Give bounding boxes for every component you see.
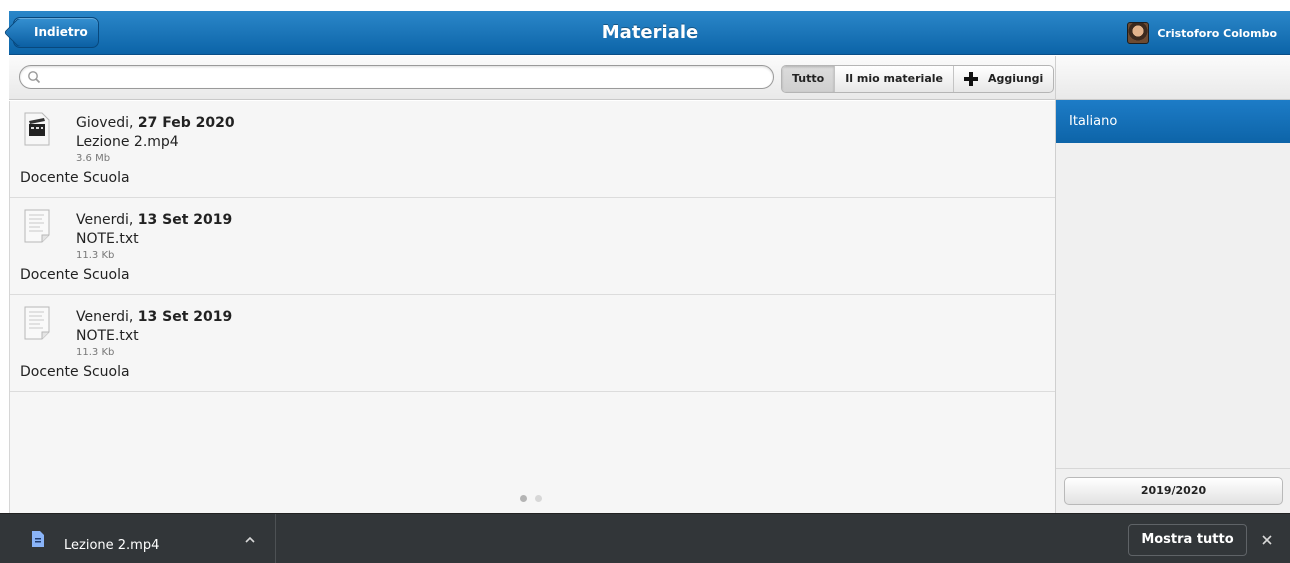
download-file-name: Lezione 2.mp4: [64, 538, 160, 553]
subject-sidebar: Italiano 2019/2020: [1055, 56, 1290, 513]
material-toolbar: Tutto Il mio materiale Aggiungi: [9, 56, 1055, 100]
page-dot[interactable]: [520, 495, 527, 502]
file-size: 11.3 Kb: [76, 347, 115, 358]
material-list: Giovedi, 27 Feb 2020 Lezione 2.mp4 3.6 M…: [9, 101, 1055, 513]
download-bar: Lezione 2.mp4 Mostra tutto: [0, 513, 1290, 563]
download-item[interactable]: Lezione 2.mp4: [0, 514, 276, 563]
add-button[interactable]: Aggiungi: [954, 66, 1053, 92]
list-item[interactable]: Venerdi, 13 Set 2019 NOTE.txt 11.3 Kb Do…: [10, 295, 1055, 392]
plus-icon: [963, 72, 978, 86]
page-indicator: [520, 495, 550, 502]
text-file-icon: [24, 306, 50, 340]
chevron-up-icon[interactable]: [243, 533, 257, 547]
user-name: Cristoforo Colombo: [1157, 26, 1277, 40]
search-icon: [28, 71, 41, 84]
file-date: Venerdi, 13 Set 2019: [76, 212, 233, 228]
sidebar-item-subject[interactable]: Italiano: [1056, 100, 1290, 143]
file-size: 3.6 Mb: [76, 153, 111, 164]
file-owner: Docente Scuola: [20, 267, 130, 283]
page-dot[interactable]: [535, 495, 542, 502]
avatar: [1127, 22, 1150, 44]
document-icon: [32, 531, 44, 547]
back-button-label: Indietro: [34, 25, 88, 39]
file-name: NOTE.txt: [76, 328, 139, 344]
sidebar-divider: [1056, 468, 1290, 469]
file-name: NOTE.txt: [76, 231, 139, 247]
video-file-icon: [24, 112, 50, 146]
file-name: Lezione 2.mp4: [76, 134, 179, 150]
file-owner: Docente Scuola: [20, 170, 130, 186]
user-profile[interactable]: Cristoforo Colombo: [1127, 22, 1277, 44]
file-date: Giovedi, 27 Feb 2020: [76, 115, 235, 131]
segment-all[interactable]: Tutto: [782, 66, 836, 92]
add-button-label: Aggiungi: [987, 72, 1044, 85]
sidebar-header: [1056, 56, 1290, 100]
file-owner: Docente Scuola: [20, 364, 130, 380]
segment-my-material[interactable]: Il mio materiale: [835, 66, 954, 92]
school-year-button[interactable]: 2019/2020: [1064, 477, 1283, 505]
back-button[interactable]: Indietro: [13, 17, 99, 48]
text-file-icon: [24, 209, 50, 243]
file-date: Venerdi, 13 Set 2019: [76, 309, 233, 325]
list-item[interactable]: Giovedi, 27 Feb 2020 Lezione 2.mp4 3.6 M…: [10, 101, 1055, 198]
page-title: Materiale: [601, 22, 699, 43]
search-box[interactable]: [19, 65, 774, 89]
top-bar: Indietro Materiale Cristoforo Colombo: [9, 11, 1290, 55]
search-input[interactable]: [46, 68, 766, 86]
file-size: 11.3 Kb: [76, 250, 115, 261]
show-all-button[interactable]: Mostra tutto: [1128, 524, 1247, 556]
list-item[interactable]: Venerdi, 13 Set 2019 NOTE.txt 11.3 Kb Do…: [10, 198, 1055, 295]
filter-segmented-control: Tutto Il mio materiale Aggiungi: [781, 65, 1055, 93]
close-icon[interactable]: [1260, 533, 1274, 547]
